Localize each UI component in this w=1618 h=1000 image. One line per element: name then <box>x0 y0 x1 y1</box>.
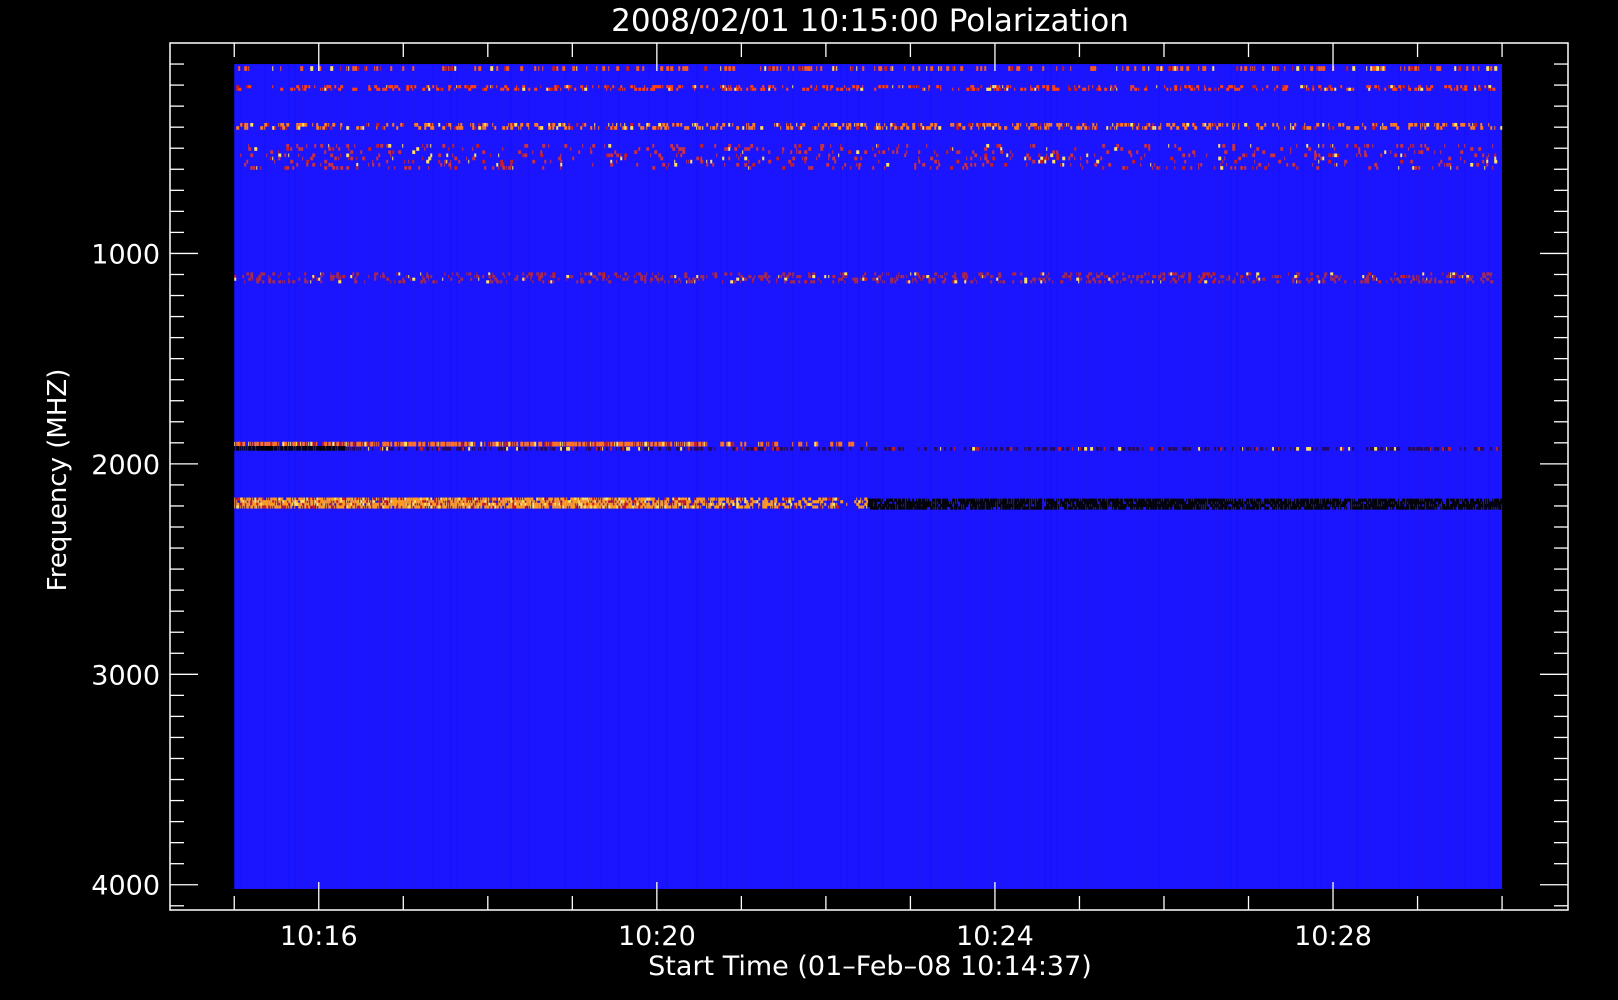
heatmap-background <box>234 64 1503 889</box>
plot-area <box>234 64 1504 889</box>
y-tick-label: 3000 <box>91 660 160 691</box>
x-axis-label: Start Time (01–Feb–08 10:14:37) <box>648 951 1092 982</box>
chart: 2008/02/01 10:15:00 Polarization 1000 200… <box>0 0 1618 1000</box>
y-tick-label: 4000 <box>91 871 160 902</box>
y-tick-label: 1000 <box>91 239 160 270</box>
x-tick-label: 10:20 <box>618 921 696 952</box>
y-axis-label: Frequency (MHZ) <box>43 369 73 592</box>
x-tick-label: 10:16 <box>280 921 358 952</box>
heatmap-band <box>234 441 868 447</box>
x-tick-label: 10:28 <box>1294 921 1372 952</box>
x-tick-label: 10:24 <box>956 921 1034 952</box>
chart-title: 2008/02/01 10:15:00 Polarization <box>611 3 1129 39</box>
y-tick-label: 2000 <box>91 450 160 481</box>
heatmap-band <box>234 445 346 451</box>
